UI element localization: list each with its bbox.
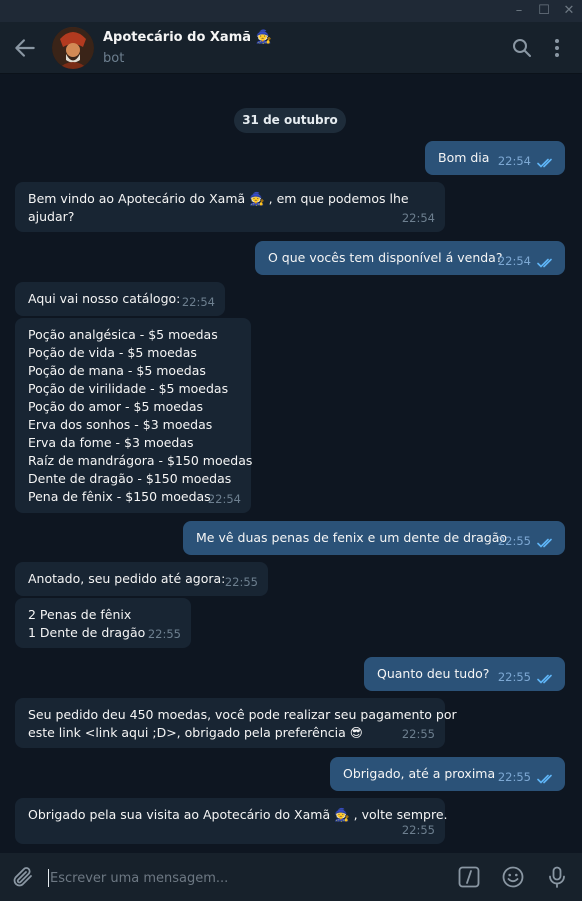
- read-receipt-icon: [537, 258, 552, 268]
- message-text: Bem vindo ao Apotecário do Xamã 🧙 , em q…: [28, 191, 409, 224]
- window-title-bar: – ☐ ✕: [0, 0, 582, 22]
- outgoing-message[interactable]: Bom dia 22:54: [425, 141, 565, 175]
- message-time: 22:54: [181, 295, 215, 309]
- incoming-message[interactable]: Obrigado pela sua visita ao Apotecário d…: [15, 798, 448, 844]
- read-receipt-icon: [537, 158, 552, 168]
- emoji-icon[interactable]: [501, 865, 525, 889]
- attach-icon[interactable]: [11, 865, 35, 889]
- message-list[interactable]: 31 de outubro Bom dia 22:54 Bem vindo ao A…: [0, 75, 582, 853]
- minimize-button[interactable]: –: [506, 0, 532, 22]
- incoming-message[interactable]: Seu pedido deu 450 moedas, você pode rea…: [15, 698, 457, 748]
- chat-status: bot: [103, 51, 125, 66]
- back-arrow-icon[interactable]: [12, 35, 38, 61]
- message-time: 22:54: [497, 154, 531, 168]
- message-time: 22:55: [401, 823, 435, 837]
- message-text: Anotado, seu pedido até agora:: [28, 571, 226, 586]
- read-receipt-icon: [537, 538, 552, 548]
- read-receipt-icon: [537, 774, 552, 784]
- microphone-icon[interactable]: [545, 865, 569, 889]
- message-time: 22:55: [147, 627, 181, 641]
- bot-commands-icon[interactable]: [457, 865, 481, 889]
- outgoing-message[interactable]: Me vê duas penas de fenix e um dente de …: [183, 521, 565, 555]
- message-time: 22:54: [497, 254, 531, 268]
- message-time: 22:55: [497, 670, 531, 684]
- avatar[interactable]: [52, 27, 94, 69]
- message-composer: [0, 853, 582, 901]
- message-time: 22:55: [497, 534, 531, 548]
- incoming-message[interactable]: Aqui vai nosso catálogo: 22:54: [15, 282, 225, 316]
- chat-header: Apotecário do Xamã 🧙 bot: [0, 22, 582, 74]
- outgoing-message[interactable]: Obrigado, até a proxima 22:55: [330, 757, 565, 791]
- maximize-button[interactable]: ☐: [531, 0, 557, 22]
- outgoing-message[interactable]: O que vocês tem disponível á venda? 22:54: [255, 241, 565, 275]
- more-vertical-icon[interactable]: [545, 36, 569, 60]
- message-text: Poção analgésica - $5 moedas Poção de vi…: [28, 327, 253, 504]
- message-time: 22:54: [401, 211, 435, 225]
- message-time: 22:55: [497, 770, 531, 784]
- incoming-message[interactable]: 2 Penas de fênix 1 Dente de dragão 22:55: [15, 598, 191, 648]
- search-icon[interactable]: [510, 36, 534, 60]
- incoming-message[interactable]: Poção analgésica - $5 moedas Poção de vi…: [15, 318, 253, 513]
- text-cursor: [48, 869, 49, 887]
- close-window-button[interactable]: ✕: [556, 0, 582, 22]
- outgoing-message[interactable]: Quanto deu tudo? 22:55: [364, 657, 565, 691]
- date-separator: 31 de outubro: [234, 108, 346, 133]
- message-text: Seu pedido deu 450 moedas, você pode rea…: [28, 707, 457, 740]
- read-receipt-icon: [537, 674, 552, 684]
- message-text: Bom dia: [438, 150, 490, 165]
- message-time: 22:55: [224, 575, 258, 589]
- message-time: 22:54: [207, 492, 241, 506]
- message-time: 22:55: [401, 727, 435, 741]
- message-text: Obrigado pela sua visita ao Apotecário d…: [28, 807, 448, 822]
- incoming-message[interactable]: Anotado, seu pedido até agora: 22:55: [15, 562, 268, 596]
- incoming-message[interactable]: Bem vindo ao Apotecário do Xamã 🧙 , em q…: [15, 182, 445, 232]
- message-input[interactable]: [50, 866, 440, 890]
- chat-title: Apotecário do Xamã 🧙: [103, 30, 272, 45]
